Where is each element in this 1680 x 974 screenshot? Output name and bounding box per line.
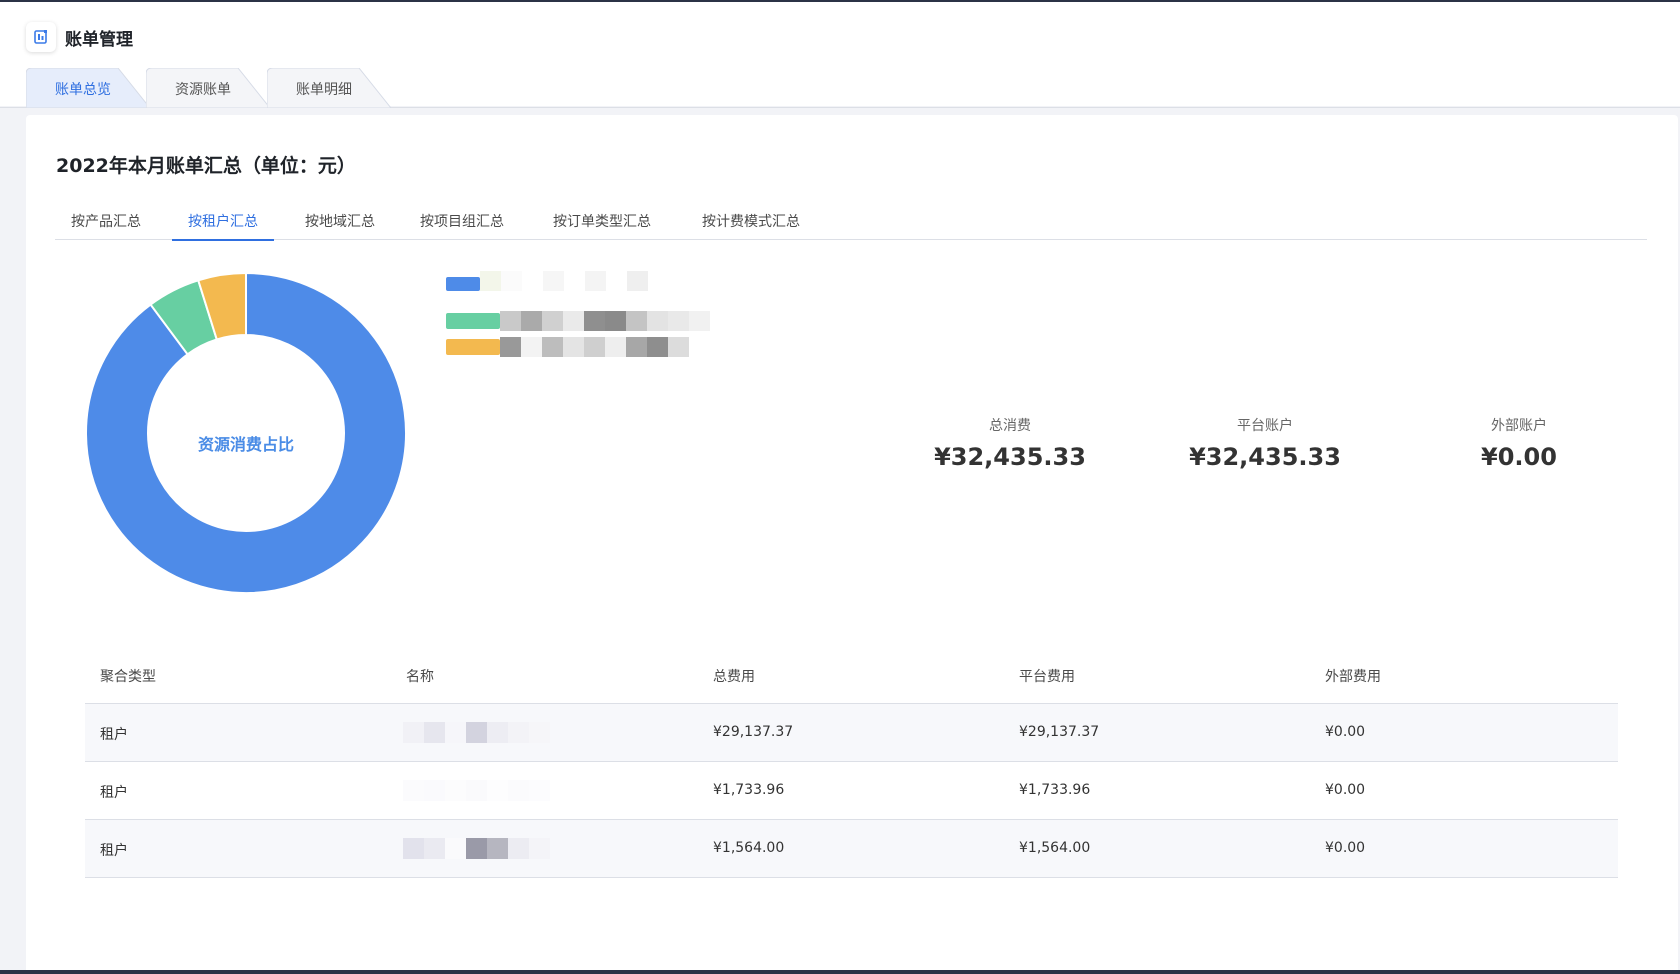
stat-label: 平台账户 [1237,418,1293,434]
cell-external-cost: ¥0.00 [1325,840,1366,856]
cell-platform-cost: ¥1,564.00 [1019,840,1091,856]
header-external-cost: 外部费用 [1325,669,1381,685]
tab-bill-overview[interactable]: 账单总览 [26,68,162,108]
stat-value: ¥32,435.33 [934,443,1086,471]
tab-resource-bill[interactable]: 资源账单 [146,68,282,108]
header-total-cost: 总费用 [713,669,755,685]
legend-item[interactable] [446,311,746,331]
bill-icon [26,22,56,52]
stat-value: ¥0.00 [1481,443,1557,471]
cell-platform-cost: ¥29,137.37 [1019,724,1100,740]
stat-platform-account: 平台账户 ¥32,435.33 [1165,415,1365,471]
cell-aggregate-type: 租户 [100,785,128,801]
header-platform-cost: 平台费用 [1019,669,1075,685]
subtab-by-tenant[interactable]: 按租户汇总 [172,200,274,241]
legend-item[interactable] [446,337,746,357]
stat-total-consumption: 总消费 ¥32,435.33 [910,415,1110,471]
table-row[interactable]: 租户 ¥1,564.00 ¥1,564.00 ¥0.00 [85,820,1618,878]
cell-aggregate-type: 租户 [100,843,128,859]
header: 账单管理 账单总览 资源账单 账单明细 [0,2,1680,108]
header-aggregate-type: 聚合类型 [100,669,156,685]
summary-card: 2022年本月账单汇总（单位：元） 按产品汇总 按租户汇总 按地域汇总 按项目组… [26,115,1678,974]
app-title: 账单管理 [65,30,133,50]
subtab-by-product[interactable]: 按产品汇总 [55,200,157,240]
stat-label: 总消费 [989,418,1031,434]
header-name: 名称 [406,669,434,685]
summary-table: 聚合类型 名称 总费用 平台费用 外部费用 租户 ¥29,137.37 ¥29,… [85,646,1618,878]
redacted-label [500,311,710,331]
stat-value: ¥32,435.33 [1189,443,1341,471]
stat-label: 外部账户 [1491,418,1547,434]
stat-external-account: 外部账户 ¥0.00 [1419,415,1619,471]
table-header: 聚合类型 名称 总费用 平台费用 外部费用 [85,646,1618,704]
redacted-name [403,838,550,859]
cell-total-cost: ¥1,733.96 [713,782,785,798]
tab-label: 账单明细 [296,82,352,98]
redacted-label [500,337,689,357]
tab-label: 资源账单 [175,82,231,98]
subtab-by-order-type[interactable]: 按订单类型汇总 [540,200,664,240]
summary-title: 2022年本月账单汇总（单位：元） [56,155,356,177]
redacted-name [403,780,550,801]
cell-total-cost: ¥1,564.00 [713,840,785,856]
summary-sub-tabs: 按产品汇总 按租户汇总 按地域汇总 按项目组汇总 按订单类型汇总 按计费模式汇总 [55,200,1647,241]
bottom-border [0,970,1680,974]
cell-external-cost: ¥0.00 [1325,724,1366,740]
subtab-by-project-group[interactable]: 按项目组汇总 [407,200,517,240]
redacted-name [403,722,550,743]
cell-external-cost: ¥0.00 [1325,782,1366,798]
cell-aggregate-type: 租户 [100,727,128,743]
cell-total-cost: ¥29,137.37 [713,724,794,740]
legend-swatch [446,313,500,329]
page-tabs: 账单总览 资源账单 账单明细 [0,68,1680,108]
tab-label: 账单总览 [55,82,111,98]
legend-swatch [446,277,480,291]
legend-swatch [446,339,500,355]
cell-platform-cost: ¥1,733.96 [1019,782,1091,798]
subtab-by-region[interactable]: 按地域汇总 [289,200,391,240]
subtab-by-billing-mode[interactable]: 按计费模式汇总 [689,200,813,240]
table-row[interactable]: 租户 ¥1,733.96 ¥1,733.96 ¥0.00 [85,762,1618,820]
redacted-label [480,271,648,291]
table-row[interactable]: 租户 ¥29,137.37 ¥29,137.37 ¥0.00 [85,704,1618,762]
legend-item[interactable] [446,271,746,291]
donut-center-label: 资源消费占比 [197,435,294,454]
tab-bill-detail[interactable]: 账单明细 [267,68,403,108]
